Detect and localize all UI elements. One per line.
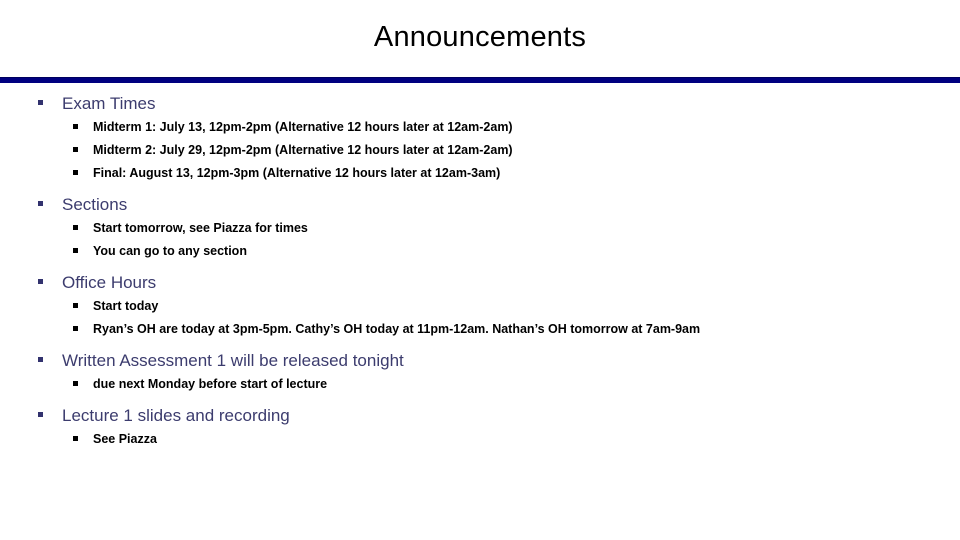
section-office-hours: Office Hours Start today Ryan’s OH are t…: [0, 271, 960, 341]
square-bullet-icon: [73, 147, 78, 152]
list-item: Ryan’s OH are today at 3pm-5pm. Cathy’s …: [62, 318, 960, 341]
bullet-list-level-2: Start today Ryan’s OH are today at 3pm-5…: [62, 295, 960, 341]
list-item: Start today: [62, 295, 960, 318]
list-item-label: due next Monday before start of lecture: [93, 377, 328, 391]
square-bullet-icon: [73, 170, 78, 175]
list-item-label: Midterm 2: July 29, 12pm-2pm (Alternativ…: [93, 143, 513, 157]
list-item-label: See Piazza: [93, 432, 157, 446]
list-item: Start tomorrow, see Piazza for times: [62, 217, 960, 240]
square-bullet-icon: [38, 412, 43, 417]
section-sections: Sections Start tomorrow, see Piazza for …: [0, 193, 960, 263]
section-heading-row: Written Assessment 1 will be released to…: [38, 349, 960, 373]
bullet-list-level-2: due next Monday before start of lecture: [62, 373, 960, 396]
section-heading-row: Sections: [38, 193, 960, 217]
section-heading-label: Lecture 1 slides and recording: [62, 406, 290, 425]
title-divider: [0, 77, 960, 83]
square-bullet-icon: [73, 436, 78, 441]
square-bullet-icon: [73, 248, 78, 253]
square-bullet-icon: [73, 124, 78, 129]
section-lecture-slides: Lecture 1 slides and recording See Piazz…: [0, 404, 960, 451]
bullet-list-level-1: Exam Times Midterm 1: July 13, 12pm-2pm …: [0, 92, 960, 451]
section-heading-row: Office Hours: [38, 271, 960, 295]
list-item-label: Midterm 1: July 13, 12pm-2pm (Alternativ…: [93, 120, 513, 134]
list-item: due next Monday before start of lecture: [62, 373, 960, 396]
bullet-list-level-2: See Piazza: [62, 428, 960, 451]
list-item-label: Start today: [93, 299, 159, 313]
section-heading-row: Exam Times: [38, 92, 960, 116]
list-item: Midterm 2: July 29, 12pm-2pm (Alternativ…: [62, 139, 960, 162]
list-item: Final: August 13, 12pm-3pm (Alternative …: [62, 162, 960, 185]
list-item: Midterm 1: July 13, 12pm-2pm (Alternativ…: [62, 116, 960, 139]
square-bullet-icon: [38, 279, 43, 284]
square-bullet-icon: [38, 201, 43, 206]
section-heading-row: Lecture 1 slides and recording: [38, 404, 960, 428]
section-written-assessment: Written Assessment 1 will be released to…: [0, 349, 960, 396]
square-bullet-icon: [38, 357, 43, 362]
square-bullet-icon: [73, 303, 78, 308]
square-bullet-icon: [38, 100, 43, 105]
section-heading-label: Exam Times: [62, 94, 156, 113]
section-exam-times: Exam Times Midterm 1: July 13, 12pm-2pm …: [0, 92, 960, 185]
section-heading-label: Written Assessment 1 will be released to…: [62, 351, 404, 370]
list-item-label: Ryan’s OH are today at 3pm-5pm. Cathy’s …: [93, 322, 701, 336]
bullet-list-level-2: Midterm 1: July 13, 12pm-2pm (Alternativ…: [62, 116, 960, 185]
section-heading-label: Sections: [62, 195, 128, 214]
list-item-label: Final: August 13, 12pm-3pm (Alternative …: [93, 166, 501, 180]
square-bullet-icon: [73, 381, 78, 386]
section-heading-label: Office Hours: [62, 273, 157, 292]
list-item: You can go to any section: [62, 240, 960, 263]
square-bullet-icon: [73, 326, 78, 331]
list-item-label: You can go to any section: [93, 244, 247, 258]
slide-body: Exam Times Midterm 1: July 13, 12pm-2pm …: [0, 92, 960, 452]
bullet-list-level-2: Start tomorrow, see Piazza for times You…: [62, 217, 960, 263]
list-item: See Piazza: [62, 428, 960, 451]
page-title: Announcements: [373, 21, 587, 53]
square-bullet-icon: [73, 225, 78, 230]
list-item-label: Start tomorrow, see Piazza for times: [93, 221, 308, 235]
slide: Announcements Exam Times Midterm 1: July…: [0, 0, 960, 540]
